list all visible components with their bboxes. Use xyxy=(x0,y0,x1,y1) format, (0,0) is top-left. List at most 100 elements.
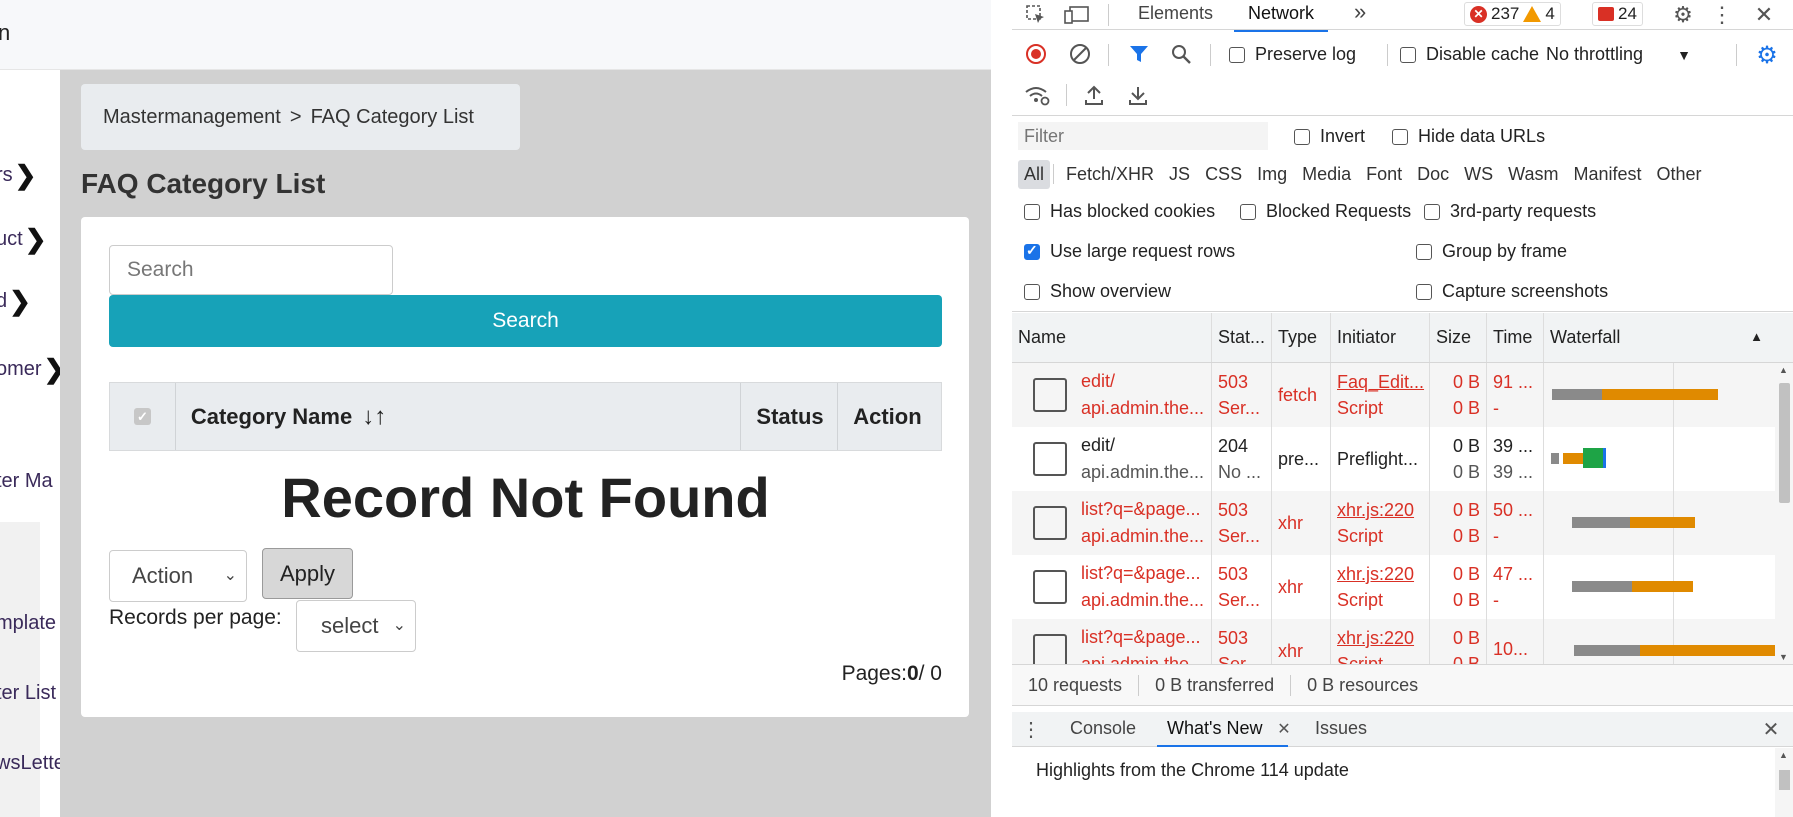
search-icon[interactable] xyxy=(1169,42,1193,66)
sidebar-item-d[interactable]: d ❯ xyxy=(0,286,31,317)
filter-type-wasm[interactable]: Wasm xyxy=(1502,160,1564,189)
close-tab-icon[interactable]: ✕ xyxy=(1276,718,1292,740)
table-row[interactable]: list?q=&page... api.admin.the... 503 Ser..… xyxy=(1012,555,1793,619)
checkbox[interactable] xyxy=(1024,203,1040,220)
checkbox[interactable] xyxy=(1416,243,1432,260)
tab-issues[interactable]: Issues xyxy=(1315,718,1367,739)
records-per-page-select[interactable]: select ⌄ xyxy=(296,600,416,652)
bulk-action-select[interactable]: Action ⌄ xyxy=(109,550,247,602)
column-header-initiator[interactable]: Initiator xyxy=(1331,313,1430,362)
checkbox[interactable] xyxy=(1392,128,1408,145)
error-count-badge[interactable]: ✕ 237 4 xyxy=(1464,2,1561,26)
hide-data-urls-checkbox[interactable]: Hide data URLs xyxy=(1392,126,1545,147)
network-settings-gear-icon[interactable]: ⚙ xyxy=(1754,42,1780,69)
sidebar-item-master[interactable]: ter Ma xyxy=(0,470,53,493)
checkbox[interactable] xyxy=(1424,203,1440,220)
export-har-icon[interactable] xyxy=(1126,82,1150,108)
sidebar-subitem-filter-list[interactable]: ter List xyxy=(0,682,56,705)
inspect-element-icon[interactable] xyxy=(1024,3,1048,27)
table-row[interactable]: edit/api.admin.the... 503 Ser... fetch Fa… xyxy=(1012,363,1793,427)
request-initiator-link[interactable]: xhr.js:220 xyxy=(1337,499,1414,521)
sidebar-item-customer[interactable]: omer ❯ xyxy=(0,354,65,385)
group-by-frame-checkbox[interactable]: Group by frame xyxy=(1416,241,1567,262)
tab-console[interactable]: Console xyxy=(1070,718,1136,739)
sidebar-item-product[interactable]: uct ❯ xyxy=(0,224,46,255)
filter-type-ws[interactable]: WS xyxy=(1458,160,1499,189)
throttling-select[interactable]: No throttling ▼ xyxy=(1546,44,1691,65)
checkbox[interactable] xyxy=(1400,46,1416,63)
filter-type-font[interactable]: Font xyxy=(1360,160,1408,189)
column-header-name[interactable]: Name xyxy=(1012,313,1212,362)
request-initiator-link[interactable]: xhr.js:220 xyxy=(1337,563,1414,585)
tab-network[interactable]: Network xyxy=(1233,3,1329,32)
record-stop-icon[interactable] xyxy=(1024,42,1048,66)
device-toolbar-icon[interactable] xyxy=(1064,3,1090,27)
column-header-time[interactable]: Time xyxy=(1487,313,1544,362)
column-header-category-name[interactable]: Category Name ↓↑ xyxy=(176,383,742,450)
gear-icon[interactable]: ⚙ xyxy=(1670,2,1696,28)
checkbox[interactable] xyxy=(1240,203,1256,220)
issues-count-badge[interactable]: 24 xyxy=(1592,2,1643,26)
filter-type-js[interactable]: JS xyxy=(1163,160,1196,189)
column-header-size[interactable]: Size xyxy=(1430,313,1487,362)
filter-type-manifest[interactable]: Manifest xyxy=(1568,160,1648,189)
select-all-checkbox[interactable]: ✓ xyxy=(133,408,151,425)
sort-icon[interactable]: ↓↑ xyxy=(362,403,386,431)
network-conditions-icon[interactable] xyxy=(1024,82,1050,108)
checkbox[interactable] xyxy=(1229,46,1245,63)
drawer-scrollbar[interactable]: ▲ xyxy=(1775,748,1793,817)
close-drawer-icon[interactable]: ✕ xyxy=(1760,716,1782,742)
table-row[interactable]: list?q=&page... api.admin.the... 503 Ser..… xyxy=(1012,619,1793,664)
sidebar-subitem-newsletter[interactable]: wsLette xyxy=(0,752,65,775)
show-overview-checkbox[interactable]: Show overview xyxy=(1024,281,1171,302)
sidebar-subitem-template[interactable]: mplate xyxy=(0,612,56,635)
invert-checkbox[interactable]: Invert xyxy=(1294,126,1365,147)
preserve-log-checkbox[interactable]: Preserve log xyxy=(1229,44,1356,65)
column-header-status[interactable]: Stat... xyxy=(1212,313,1272,362)
filter-type-css[interactable]: CSS xyxy=(1199,160,1248,189)
scroll-up-icon[interactable]: ▲ xyxy=(1779,750,1788,760)
scroll-down-icon[interactable]: ▼ xyxy=(1779,652,1788,662)
more-tabs-icon[interactable]: » xyxy=(1354,0,1366,25)
filter-type-media[interactable]: Media xyxy=(1296,160,1357,189)
third-party-requests-checkbox[interactable]: 3rd-party requests xyxy=(1424,201,1596,222)
filter-type-fetch-xhr[interactable]: Fetch/XHR xyxy=(1060,160,1160,189)
network-filter-input[interactable] xyxy=(1018,122,1268,150)
checkbox[interactable] xyxy=(1416,283,1432,300)
filter-type-img[interactable]: Img xyxy=(1251,160,1293,189)
column-header-type[interactable]: Type xyxy=(1272,313,1331,362)
clear-icon[interactable] xyxy=(1068,42,1092,66)
scrollbar-thumb[interactable] xyxy=(1779,383,1790,503)
checkbox[interactable] xyxy=(1024,242,1040,260)
disable-cache-checkbox[interactable]: Disable cache xyxy=(1388,44,1539,65)
tab-whats-new[interactable]: What's New xyxy=(1156,718,1290,747)
table-row[interactable]: edit/api.admin.the... 204 No ... pre... P… xyxy=(1012,427,1793,491)
blocked-requests-checkbox[interactable]: Blocked Requests xyxy=(1240,201,1411,222)
column-header-waterfall[interactable]: Waterfall ▲ xyxy=(1544,313,1793,362)
scrollbar-thumb[interactable] xyxy=(1779,770,1790,790)
filter-type-doc[interactable]: Doc xyxy=(1411,160,1455,189)
scroll-up-icon[interactable]: ▲ xyxy=(1779,365,1788,375)
close-icon[interactable]: ✕ xyxy=(1752,2,1776,28)
more-options-icon[interactable]: ⋮ xyxy=(1711,2,1733,28)
checkbox[interactable] xyxy=(1024,283,1040,300)
search-input[interactable] xyxy=(109,245,393,295)
checkbox[interactable] xyxy=(1294,128,1310,145)
capture-screenshots-checkbox[interactable]: Capture screenshots xyxy=(1416,281,1608,302)
apply-button[interactable]: Apply xyxy=(262,548,353,599)
tab-elements[interactable]: Elements xyxy=(1138,3,1213,24)
search-button[interactable]: Search xyxy=(109,295,942,347)
filter-type-all[interactable]: All xyxy=(1018,159,1051,189)
request-list-scrollbar[interactable]: ▲ ▼ xyxy=(1775,363,1793,664)
use-large-request-rows-checkbox[interactable]: Use large request rows xyxy=(1024,241,1235,262)
breadcrumb-root[interactable]: Mastermanagement xyxy=(103,106,281,129)
import-har-icon[interactable] xyxy=(1082,82,1106,108)
request-initiator-link[interactable]: Faq_Edit... xyxy=(1337,371,1424,393)
sidebar-item-users[interactable]: rs ❯ xyxy=(0,160,36,191)
has-blocked-cookies-checkbox[interactable]: Has blocked cookies xyxy=(1024,201,1215,222)
drawer-menu-icon[interactable]: ⋮ xyxy=(1021,716,1041,742)
filter-icon[interactable] xyxy=(1127,42,1151,66)
request-initiator-link[interactable]: xhr.js:220 xyxy=(1337,627,1414,649)
filter-type-other[interactable]: Other xyxy=(1651,160,1708,189)
table-row[interactable]: list?q=&page... api.admin.the... 503 Ser..… xyxy=(1012,491,1793,555)
